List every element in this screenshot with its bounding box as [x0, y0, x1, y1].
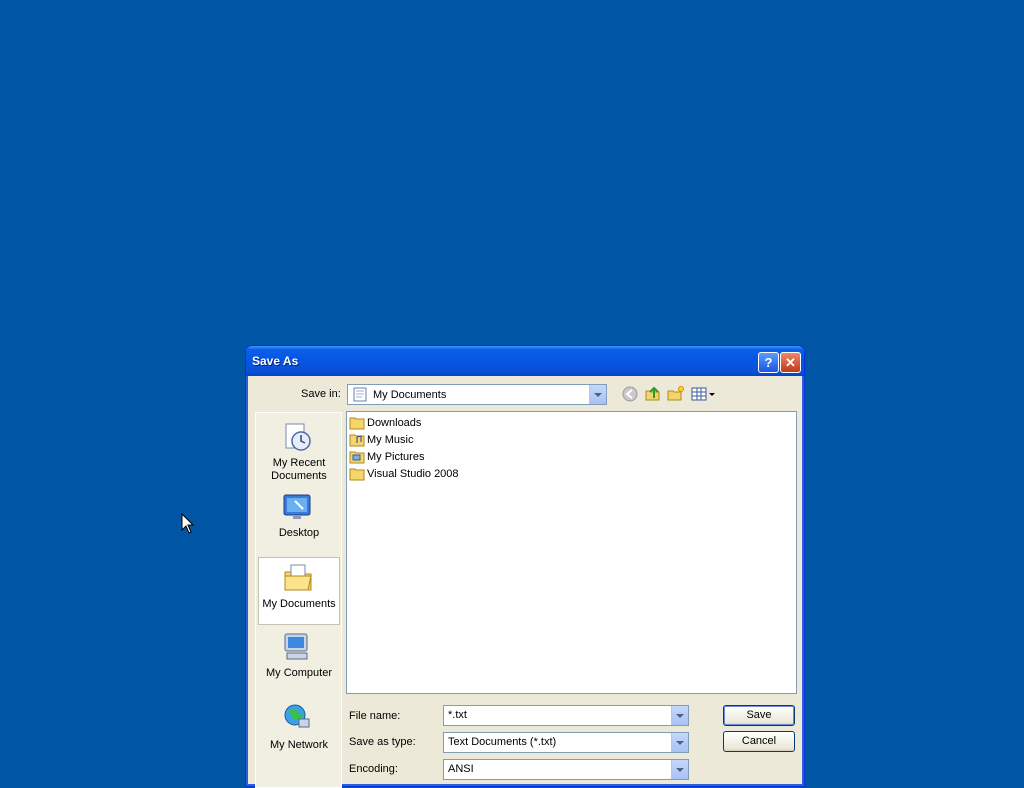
save-as-type-dropdown[interactable]: Text Documents (*.txt): [443, 732, 689, 753]
place-my-documents[interactable]: My Documents: [258, 557, 340, 625]
place-label: My Network: [269, 739, 329, 751]
place-label: My Computer: [265, 667, 333, 679]
file-name-field[interactable]: *.txt: [443, 705, 689, 726]
cancel-button[interactable]: Cancel: [723, 731, 795, 752]
encoding-dropdown-arrow[interactable]: [671, 760, 688, 779]
file-name: Visual Studio 2008: [367, 468, 459, 480]
save-in-value: My Documents: [373, 389, 447, 401]
file-name-label: File name:: [349, 710, 401, 722]
view-menu-icon[interactable]: [691, 386, 717, 402]
list-item[interactable]: Downloads: [349, 415, 421, 431]
place-my-recent-documents[interactable]: My Recent Documents: [258, 417, 340, 485]
chevron-down-icon: [676, 713, 684, 718]
file-list[interactable]: Downloads My Music My Pictures Visual St…: [346, 411, 797, 694]
chevron-down-icon: [676, 767, 684, 772]
list-item[interactable]: Visual Studio 2008: [349, 466, 459, 482]
file-name: Downloads: [367, 417, 422, 429]
encoding-dropdown[interactable]: ANSI: [443, 759, 689, 780]
pictures-folder-icon: [349, 451, 365, 464]
new-folder-icon[interactable]: [667, 386, 685, 402]
music-folder-icon: [349, 434, 365, 447]
my-network-icon: [284, 704, 310, 728]
file-name-dropdown-arrow[interactable]: [671, 706, 688, 725]
encoding-label: Encoding:: [349, 763, 398, 775]
folder-icon: [349, 417, 365, 430]
file-name-value: *.txt: [448, 709, 467, 721]
place-my-computer[interactable]: My Computer: [258, 627, 340, 695]
place-desktop[interactable]: Desktop: [258, 487, 340, 555]
place-label: My Documents: [262, 598, 336, 610]
title-bar[interactable]: Save As ? ✕: [246, 346, 804, 376]
save-as-type-value: Text Documents (*.txt): [448, 736, 557, 748]
save-in-dropdown[interactable]: My Documents: [347, 384, 607, 405]
back-icon[interactable]: [621, 386, 639, 402]
save-in-label: Save in:: [301, 388, 341, 400]
dialog-title: Save As: [252, 354, 299, 368]
save-as-type-dropdown-arrow[interactable]: [671, 733, 688, 752]
list-item[interactable]: My Pictures: [349, 449, 424, 465]
list-item[interactable]: My Music: [349, 432, 413, 448]
place-label: Desktop: [278, 527, 320, 539]
save-in-dropdown-arrow[interactable]: [589, 385, 606, 404]
my-computer-icon: [284, 633, 308, 660]
file-name: My Pictures: [367, 451, 425, 463]
file-name: My Music: [367, 434, 414, 446]
recent-documents-icon: [285, 423, 311, 451]
chevron-down-icon: [594, 392, 602, 397]
save-as-type-label: Save as type:: [349, 736, 416, 748]
mouse-cursor-icon: [181, 513, 195, 534]
up-one-level-icon[interactable]: [644, 386, 662, 402]
places-bar: My Recent Documents Desktop My Documents: [255, 412, 342, 788]
place-label: My Recent Documents: [271, 457, 327, 482]
help-button[interactable]: ?: [758, 352, 779, 373]
folder-icon: [349, 468, 365, 481]
my-documents-icon: [284, 564, 312, 591]
save-button[interactable]: Save: [723, 705, 795, 726]
chevron-down-icon: [676, 740, 684, 745]
encoding-value: ANSI: [448, 763, 474, 775]
close-button[interactable]: ✕: [780, 352, 801, 373]
desktop-icon: [283, 494, 311, 519]
save-as-dialog: Save As ? ✕ Save in: My Documents My Rec…: [245, 345, 805, 788]
place-my-network[interactable]: My Network: [258, 697, 340, 765]
my-documents-small-icon: [353, 387, 367, 402]
